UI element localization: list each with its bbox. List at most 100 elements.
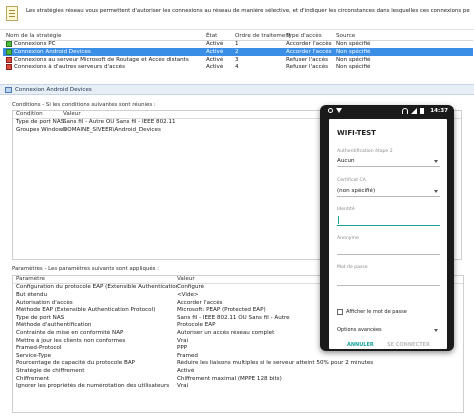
android-phone-screenshot: 14:37 WIFI-TEST Authentification étape 2… <box>320 105 454 351</box>
policy-state: Activé <box>206 48 224 55</box>
setting-name: Contrainte de mise en conformité NAP <box>16 329 124 336</box>
policy-name: Connexions PC <box>14 41 56 48</box>
description-text: Les stratégies réseau vous permettent d'… <box>26 8 470 14</box>
setting-value: Chiffrement maximal (MPPE 128 bits) <box>177 375 282 382</box>
policy-access: Accorder l'accès <box>286 41 332 48</box>
conditions-label: Conditions - Si les conditions suivantes… <box>12 102 156 108</box>
settings-header-param[interactable]: Paramètre <box>13 276 177 282</box>
auth-phase2-select[interactable]: Aucun <box>337 157 440 167</box>
policy-table: Nom de la stratégie État Ordre de traite… <box>3 33 473 71</box>
caret-down-icon <box>434 160 438 163</box>
status-bar: 14:37 <box>320 105 454 118</box>
setting-value: Activé <box>177 367 195 374</box>
policy-row-other[interactable]: Connexions à d'autres serveurs d'accès A… <box>3 63 473 71</box>
policy-details-icon <box>5 87 12 93</box>
advanced-options[interactable]: Options avancées <box>337 327 440 333</box>
dialog-title: WIFI-TEST <box>337 129 376 137</box>
condition-name: Type de port NAS <box>16 119 65 126</box>
battery-icon <box>420 108 424 114</box>
setting-name: Méthode d'authentification <box>16 322 92 329</box>
setting-name: Type de port NAS <box>16 314 65 321</box>
policy-order: 4 <box>235 64 239 71</box>
caret-down-icon <box>434 190 438 193</box>
policy-name: Connexions à d'autres serveurs d'accès <box>14 64 126 71</box>
setting-name: Mettre à jour les clients non conformes <box>16 337 126 344</box>
policy-order: 2 <box>235 48 239 55</box>
policy-source: Non spécifié <box>336 48 371 55</box>
document-icon <box>6 6 18 21</box>
password-label: Mot de passe <box>337 265 368 270</box>
column-header-order[interactable]: Ordre de traitement <box>235 33 291 39</box>
anonymous-identity-label: Anonyme <box>337 236 359 241</box>
ca-cert-select[interactable]: (non spécifié) <box>337 187 440 197</box>
policy-icon <box>6 64 12 71</box>
policy-icon <box>6 56 12 63</box>
anonymous-identity-input[interactable] <box>337 244 440 255</box>
column-header-access[interactable]: Type d'accès <box>286 33 336 39</box>
signal-icon <box>411 108 417 114</box>
advanced-options-label: Options avancées <box>337 327 382 333</box>
column-header-name[interactable]: Nom de la stratégie <box>3 33 206 39</box>
table-row[interactable]: Ignorer les propriétés de numérotation d… <box>13 382 463 390</box>
policy-source: Non spécifié <box>336 41 371 48</box>
setting-name: Autorisation d'accès <box>16 299 73 306</box>
setting-value: Vrai <box>177 383 189 390</box>
policy-details-title: Connexion Android Devices <box>15 87 92 93</box>
auth-phase2-label: Authentification étape 2 <box>337 149 393 154</box>
setting-name: Service-Type <box>16 352 52 359</box>
auth-phase2-value: Aucun <box>337 158 355 164</box>
setting-name: Chiffrement <box>16 375 50 382</box>
policy-source: Non spécifié <box>336 56 371 63</box>
setting-name: Ignorer les propriétés de numérotation d… <box>16 383 170 390</box>
setting-name: Framed-Protocol <box>16 345 62 352</box>
conditions-header-condition[interactable]: Condition <box>13 111 63 117</box>
policy-order: 1 <box>235 41 239 48</box>
column-header-state[interactable]: État <box>206 33 235 39</box>
show-password-label: Afficher le mot de passe <box>346 309 407 315</box>
setting-name: Méthode EAP (Extensible Authentication P… <box>16 307 156 314</box>
policy-icon <box>6 41 12 48</box>
setting-name: Configuration du protocole EAP (Extensib… <box>16 284 177 291</box>
settings-label: Paramètres - Les paramètres suivants son… <box>12 266 159 272</box>
policy-state: Activé <box>206 64 224 71</box>
show-password-checkbox[interactable] <box>337 309 343 315</box>
policy-source: Non spécifié <box>336 64 371 71</box>
show-password-row[interactable]: Afficher le mot de passe <box>337 309 407 315</box>
policy-details-header: Connexion Android Devices <box>0 84 474 95</box>
identity-input[interactable] <box>337 215 440 226</box>
policy-access: Accorder l'accès <box>286 48 332 55</box>
policy-row-android[interactable]: Connexion Android Devices Activé 2 Accor… <box>3 48 473 56</box>
dialog-actions: ANNULER SE CONNECTER <box>329 342 447 349</box>
policy-access: Refuser l'accès <box>286 56 329 63</box>
table-row[interactable]: Pourcentage de capacité du protocole BAP… <box>13 360 463 368</box>
table-row[interactable]: Chiffrement Chiffrement maximal (MPPE 128… <box>13 375 463 383</box>
ca-cert-value: (non spécifié) <box>337 188 376 194</box>
table-row[interactable]: Service-Type Framed <box>13 352 463 360</box>
condition-name: Groupes Windows <box>16 126 67 133</box>
setting-name: Pourcentage de capacité du protocole BAP <box>16 360 136 367</box>
chevron-down-icon <box>434 329 438 332</box>
policy-table-header: Nom de la stratégie État Ordre de traite… <box>3 33 473 41</box>
setting-name: Stratégie de chiffrement <box>16 367 85 374</box>
description-banner: Les stratégies réseau vous permettent d'… <box>0 0 474 30</box>
identity-label: Identité <box>337 207 355 212</box>
password-input[interactable] <box>337 275 440 286</box>
policy-name: Connexion Android Devices <box>14 48 91 55</box>
cancel-button[interactable]: ANNULER <box>347 342 374 348</box>
setting-value: Framed <box>177 352 198 359</box>
policy-row-pc[interactable]: Connexions PC Activé 1 Accorder l'accès … <box>3 41 473 49</box>
setting-name: But étendu <box>16 291 48 298</box>
ca-cert-label: Certificat CA <box>337 178 366 183</box>
policy-order: 3 <box>235 56 239 63</box>
status-time: 14:37 <box>430 108 448 114</box>
wifi-icon <box>402 108 408 114</box>
table-row[interactable]: Stratégie de chiffrement Activé <box>13 367 463 375</box>
policy-icon <box>6 48 12 55</box>
wifi-dialog: WIFI-TEST Authentification étape 2 Aucun… <box>329 119 447 349</box>
text-cursor <box>338 216 339 224</box>
policy-access: Refuser l'accès <box>286 64 329 71</box>
policy-state: Activé <box>206 56 224 63</box>
connect-button[interactable]: SE CONNECTER <box>387 342 430 348</box>
policy-row-rras[interactable]: Connexions au serveur Microsoft de Routa… <box>3 56 473 64</box>
column-header-source[interactable]: Source <box>336 33 466 39</box>
